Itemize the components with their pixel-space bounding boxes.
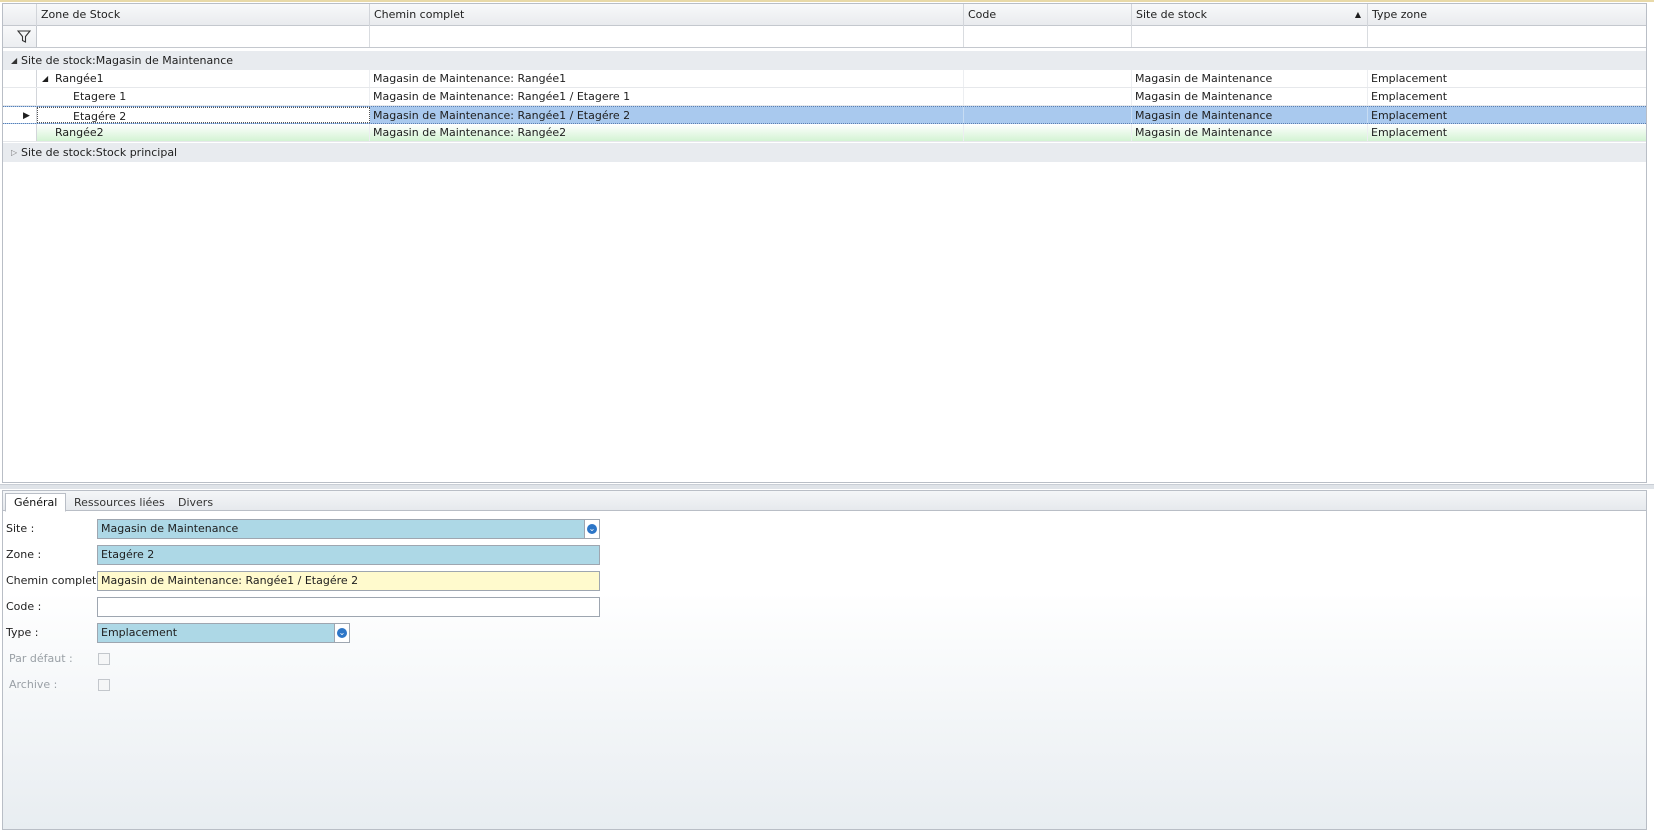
group-label: Site de stock:Magasin de Maintenance xyxy=(21,54,234,67)
cell-type: Emplacement xyxy=(1368,70,1646,87)
cell-type: Emplacement xyxy=(1368,88,1646,105)
filter-icon xyxy=(17,30,31,43)
tree-collapse-icon[interactable]: ◢ xyxy=(42,70,48,87)
detail-panel: Général Ressources liées Divers Site : M… xyxy=(2,490,1647,830)
archive-checkbox[interactable] xyxy=(98,679,110,691)
type-label: Type : xyxy=(6,626,39,639)
type-combo-input[interactable]: Emplacement xyxy=(97,623,335,643)
cell-code xyxy=(964,107,1132,123)
row-selector[interactable] xyxy=(3,70,37,87)
app-window: Zone de Stock Chemin complet Code Site d… xyxy=(0,0,1654,834)
site-combo-input[interactable]: Magasin de Maintenance xyxy=(97,519,585,539)
cell-zone: Rangée2 xyxy=(37,124,370,141)
cell-site: Magasin de Maintenance xyxy=(1132,107,1368,123)
par-defaut-label: Par défaut : xyxy=(9,652,73,665)
code-label: Code : xyxy=(6,600,42,613)
tab-ressources-liees[interactable]: Ressources liées xyxy=(65,493,174,511)
table-row[interactable]: Etagere 1 Magasin de Maintenance: Rangée… xyxy=(3,88,1646,106)
tab-general[interactable]: Général xyxy=(5,493,67,512)
cell-site: Magasin de Maintenance xyxy=(1132,70,1368,87)
type-combo-button[interactable]: ⌄ xyxy=(335,623,350,643)
tab-bar: Général Ressources liées Divers xyxy=(3,491,1646,512)
cell-type: Emplacement xyxy=(1368,124,1646,141)
column-header-chemin[interactable]: Chemin complet xyxy=(370,4,964,26)
filter-cell-site[interactable] xyxy=(1132,26,1368,47)
table-row[interactable]: Rangée2 Magasin de Maintenance: Rangée2 … xyxy=(3,124,1646,142)
collapse-icon[interactable]: ◢ xyxy=(11,51,17,70)
expand-icon[interactable]: ▷ xyxy=(11,143,17,162)
group-row-stock-principal[interactable]: ▷ Site de stock:Stock principal xyxy=(3,143,1646,162)
filter-cell-chemin[interactable] xyxy=(370,26,964,47)
dropdown-circle-icon: ⌄ xyxy=(587,524,597,534)
row-selector[interactable]: ▶ xyxy=(3,107,37,123)
cell-code xyxy=(964,124,1132,141)
cell-chemin: Magasin de Maintenance: Rangée2 xyxy=(370,124,964,141)
grid-header: Zone de Stock Chemin complet Code Site d… xyxy=(3,4,1646,26)
tab-divers[interactable]: Divers xyxy=(169,493,222,511)
cell-chemin: Magasin de Maintenance: Rangée1 / Etager… xyxy=(370,88,964,105)
group-label: Site de stock:Stock principal xyxy=(21,146,178,159)
filter-cell-type[interactable] xyxy=(1368,26,1646,47)
archive-label: Archive : xyxy=(9,678,58,691)
column-header-code[interactable]: Code xyxy=(964,4,1132,26)
cell-zone: ◢ Rangée1 xyxy=(37,70,370,87)
current-row-arrow-icon: ▶ xyxy=(23,111,30,121)
column-header-site[interactable]: Site de stock ▲ xyxy=(1132,4,1368,26)
cell-zone-text: Rangée1 xyxy=(55,72,104,85)
zone-input[interactable]: Etagére 2 xyxy=(97,545,600,565)
cell-zone-text: Etagére 2 xyxy=(73,110,127,123)
cell-code xyxy=(964,70,1132,87)
par-defaut-checkbox[interactable] xyxy=(98,653,110,665)
stock-zone-grid: Zone de Stock Chemin complet Code Site d… xyxy=(2,3,1647,483)
cell-type: Emplacement xyxy=(1368,107,1646,123)
site-label: Site : xyxy=(6,522,35,535)
top-accent-line xyxy=(0,0,1654,2)
filter-row xyxy=(3,26,1646,48)
panel-splitter[interactable] xyxy=(0,484,1654,489)
table-row-selected[interactable]: ▶ Etagére 2 Magasin de Maintenance: Rang… xyxy=(3,106,1646,124)
column-header-type[interactable]: Type zone xyxy=(1368,4,1646,26)
column-header-zone[interactable]: Zone de Stock xyxy=(37,4,370,26)
row-header-corner xyxy=(3,4,37,26)
cell-chemin: Magasin de Maintenance: Rangée1 xyxy=(370,70,964,87)
cell-zone: Etagere 1 xyxy=(37,88,370,105)
table-row[interactable]: ◢ Rangée1 Magasin de Maintenance: Rangée… xyxy=(3,70,1646,88)
cell-site: Magasin de Maintenance xyxy=(1132,124,1368,141)
cell-zone-text: Rangée2 xyxy=(55,126,104,139)
row-selector[interactable] xyxy=(3,88,37,105)
column-header-site-label: Site de stock xyxy=(1136,8,1208,21)
code-input[interactable] xyxy=(97,597,600,617)
row-selector[interactable] xyxy=(3,124,37,141)
cell-zone[interactable]: Etagére 2 xyxy=(37,107,370,123)
chemin-label: Chemin complet : xyxy=(6,574,104,587)
cell-chemin: Magasin de Maintenance: Rangée1 / Etagér… xyxy=(370,107,964,123)
chemin-input[interactable]: Magasin de Maintenance: Rangée1 / Etagér… xyxy=(97,571,600,591)
dropdown-circle-icon: ⌄ xyxy=(337,628,347,638)
site-combo-button[interactable]: ⌄ xyxy=(585,519,600,539)
group-row-magasin[interactable]: ◢ Site de stock:Magasin de Maintenance xyxy=(3,51,1646,70)
cell-code xyxy=(964,88,1132,105)
filter-cell-code[interactable] xyxy=(964,26,1132,47)
filter-button[interactable] xyxy=(3,26,37,47)
zone-label: Zone : xyxy=(6,548,42,561)
sort-ascending-icon: ▲ xyxy=(1354,10,1361,19)
cell-site: Magasin de Maintenance xyxy=(1132,88,1368,105)
filter-cell-zone[interactable] xyxy=(37,26,370,47)
cell-zone-text: Etagere 1 xyxy=(73,90,127,103)
